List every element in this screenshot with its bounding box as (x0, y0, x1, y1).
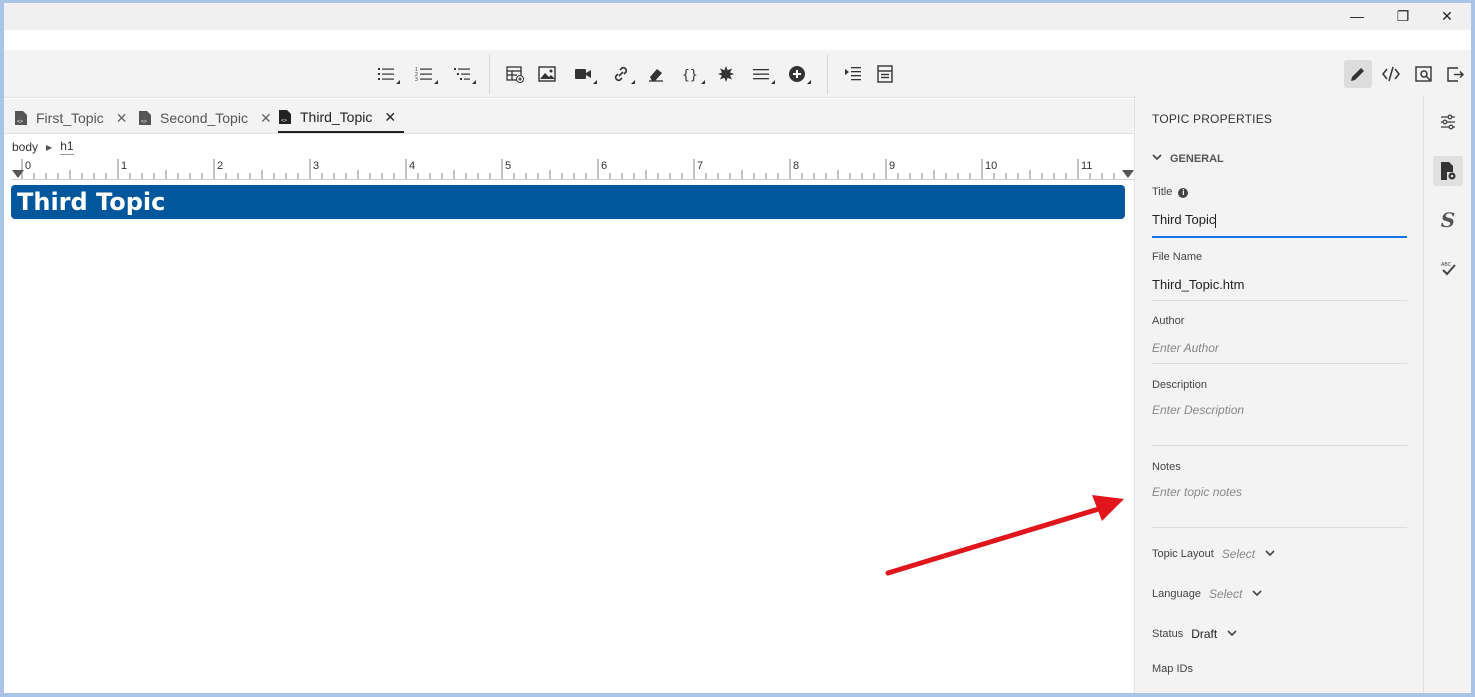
minimize-button[interactable]: — (1334, 5, 1380, 27)
styles-s-icon: S (1440, 208, 1456, 232)
sliders-icon (1441, 114, 1455, 130)
spell-check-button[interactable]: ABC (1433, 253, 1463, 283)
title-field[interactable]: Third Topic (1152, 212, 1407, 238)
preview-button[interactable] (1410, 60, 1438, 88)
chevron-down-icon[interactable] (1252, 589, 1262, 600)
language-select[interactable]: Select (1209, 587, 1242, 601)
status-select[interactable]: Draft (1191, 627, 1217, 641)
language-row: Language Select (1152, 587, 1262, 601)
status-label: Status (1152, 628, 1184, 640)
app-window: — ❐ ✕ 123 {} <> First_Topic ✕ <> Second_… (0, 0, 1475, 697)
panel-title: TOPIC PROPERTIES (1152, 112, 1273, 126)
author-label: Author (1152, 315, 1185, 327)
chevron-down-icon[interactable] (1227, 629, 1237, 640)
topic-layout-row: Topic Layout Select (1152, 547, 1275, 561)
svg-text:ABC: ABC (1441, 262, 1452, 268)
chevron-down-icon[interactable] (1265, 549, 1275, 560)
preview-icon (1415, 66, 1432, 82)
export-button[interactable] (1441, 60, 1469, 88)
info-icon[interactable]: i (1178, 188, 1189, 198)
notes-label: Notes (1152, 461, 1181, 473)
file-settings-icon (1441, 162, 1456, 180)
general-section-toggle[interactable]: GENERAL (1152, 153, 1224, 165)
notes-field[interactable]: Enter topic notes (1152, 485, 1407, 528)
code-view-icon (1382, 66, 1400, 82)
export-icon (1447, 67, 1464, 82)
edit-pencil-icon (1351, 68, 1364, 81)
description-label: Description (1152, 379, 1208, 391)
side-rail: S ABC (1423, 95, 1471, 693)
topic-properties-panel: TOPIC PROPERTIES GENERAL Title i Third To… (1134, 95, 1423, 693)
code-view-button[interactable] (1377, 60, 1405, 88)
author-mode-button[interactable] (1344, 60, 1372, 88)
spell-check-icon: ABC (1441, 262, 1456, 276)
language-label: Language (1152, 588, 1201, 600)
status-row: Status Draft (1152, 627, 1237, 641)
title-label: Title i (1152, 186, 1189, 198)
filename-label: File Name (1152, 251, 1203, 263)
text-cursor (1215, 213, 1217, 228)
title-label-text: Title (1152, 186, 1173, 198)
topic-layout-select[interactable]: Select (1222, 547, 1255, 561)
chevron-down-icon (1152, 153, 1162, 165)
styles-button[interactable]: S (1433, 205, 1463, 235)
settings-panel-button[interactable] (1433, 107, 1463, 137)
restore-button[interactable]: ❐ (1380, 5, 1426, 27)
title-value: Third Topic (1152, 212, 1216, 227)
close-window-button[interactable]: ✕ (1424, 5, 1470, 27)
description-field[interactable]: Enter Description (1152, 403, 1407, 446)
filename-field[interactable]: Third_Topic.htm (1152, 277, 1407, 301)
annotation-arrow (885, 495, 1124, 576)
topic-properties-button[interactable] (1433, 156, 1463, 186)
topic-layout-label: Topic Layout (1152, 548, 1214, 560)
author-field[interactable]: Enter Author (1152, 341, 1407, 364)
map-ids-label: Map IDs (1152, 663, 1193, 675)
section-label: GENERAL (1170, 153, 1224, 165)
